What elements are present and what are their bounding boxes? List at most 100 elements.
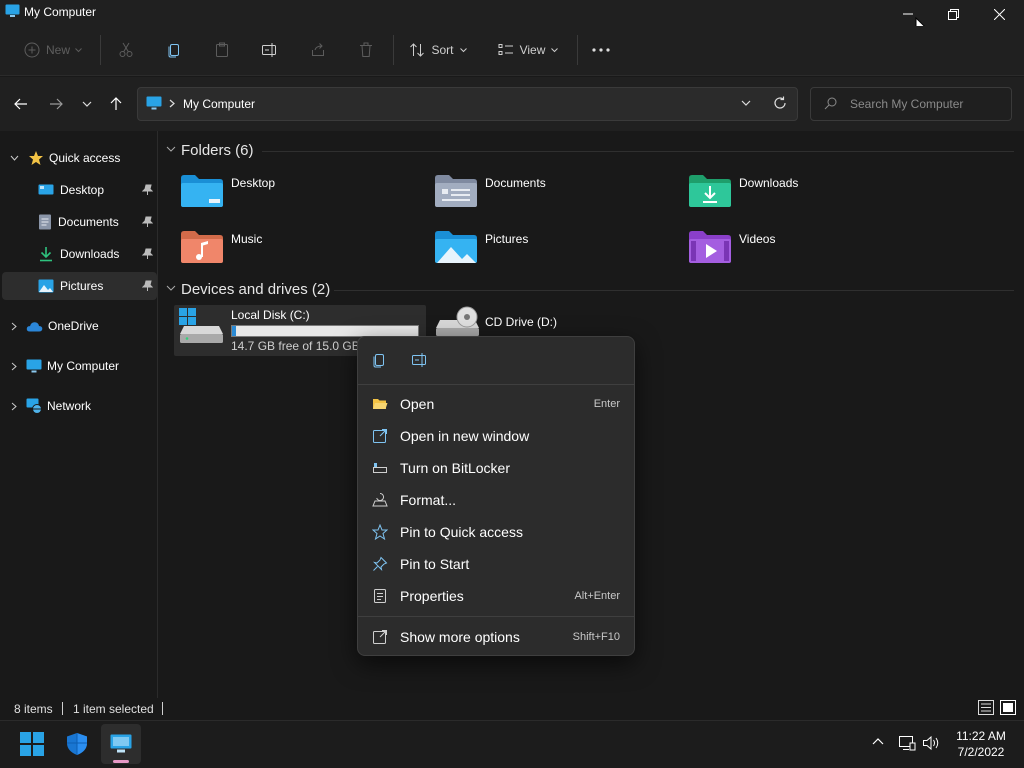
folders-section-toggle[interactable] [166,146,176,152]
folder-videos[interactable]: Videos [686,226,926,270]
folder-label: Documents [485,176,546,190]
chevron-down-icon [459,47,467,53]
pin-icon[interactable] [142,248,153,260]
folder-desktop[interactable]: Desktop [178,170,418,214]
folder-label: Music [231,232,263,246]
restore-button[interactable] [930,0,976,28]
menu-item-open-new-window[interactable]: Open in new window [366,421,628,451]
title-bar [0,0,1024,26]
refresh-icon [773,96,787,110]
menu-item-label: Pin to Start [400,556,470,572]
menu-item-open[interactable]: Open Enter [366,389,628,419]
back-button[interactable] [9,92,33,116]
menu-item-pin-quick-access[interactable]: Pin to Quick access [366,517,628,547]
windows-logo-icon [20,732,44,756]
start-button[interactable] [12,724,52,764]
arrow-right-icon [49,98,63,110]
windows-security-button[interactable] [57,724,97,764]
copy-icon [166,42,182,58]
sidebar-item-desktop[interactable]: Desktop [2,176,157,204]
chevron-down-icon [75,47,82,53]
pin-icon[interactable] [142,280,153,292]
documents-folder-icon [434,174,478,208]
menu-item-label: Turn on BitLocker [400,460,510,476]
refresh-button[interactable] [773,96,787,110]
paste-button[interactable] [210,37,234,63]
pictures-icon [38,279,54,293]
new-label: New [45,43,70,57]
details-view-button[interactable] [978,700,994,715]
chevron-down-icon [741,100,751,106]
sidebar-item-my-computer[interactable]: My Computer [2,352,157,380]
copy-button[interactable] [162,37,186,63]
plus-circle-icon [24,42,40,58]
menu-item-properties[interactable]: Properties Alt+Enter [366,581,628,611]
folder-pictures[interactable]: Pictures [432,226,672,270]
file-explorer-taskbar-button[interactable] [101,724,141,764]
menu-item-label: Open in new window [400,428,530,444]
folder-downloads[interactable]: Downloads [686,170,926,214]
active-app-indicator [113,760,129,763]
sidebar-item-network[interactable]: Network [2,392,157,420]
sidebar-item-pictures[interactable]: Pictures [2,272,157,300]
rename-button[interactable] [258,37,282,63]
section-divider [262,151,1014,152]
folder-music[interactable]: Music [178,226,418,270]
chevron-down-icon [166,146,176,152]
cut-button[interactable] [114,37,138,63]
menu-item-pin-start[interactable]: Pin to Start [366,549,628,579]
menu-item-show-more-options[interactable]: Show more options Shift+F10 [366,622,628,652]
menu-separator [358,616,634,617]
up-button[interactable] [104,92,128,116]
view-label: View [519,43,546,57]
sort-label: Sort [431,43,454,57]
close-button[interactable] [976,0,1022,28]
menu-item-bitlocker[interactable]: Turn on BitLocker [366,453,628,483]
network-status-button[interactable] [898,735,916,751]
folders-section-title: Folders (6) [181,142,254,159]
sidebar-item-onedrive[interactable]: OneDrive [2,312,157,340]
folder-label: Downloads [739,176,799,190]
folder-documents[interactable]: Documents [432,170,672,214]
recent-locations-button[interactable] [75,92,99,116]
sidebar-label: Desktop [60,183,105,197]
share-button[interactable] [306,37,330,63]
sort-button[interactable]: Sort [405,37,471,63]
delete-button[interactable] [354,37,378,63]
chevron-down-icon [551,47,559,53]
search-icon [824,97,837,110]
folder-open-icon [372,396,388,412]
more-options-button[interactable] [589,37,613,63]
sidebar-item-documents[interactable]: Documents [2,208,157,236]
clock-time[interactable]: 11:22 AM [952,729,1010,743]
forward-button[interactable] [44,92,68,116]
volume-button[interactable] [922,735,940,751]
menu-item-format[interactable]: Format... [366,485,628,515]
network-icon [26,398,42,414]
drives-section-toggle[interactable] [166,285,176,291]
star-icon [28,150,44,166]
tiles-view-button[interactable] [1000,700,1016,715]
bitlocker-key-icon [372,460,388,476]
pin-icon[interactable] [142,184,153,196]
copy-icon[interactable] [371,352,387,368]
chevron-down-icon [10,155,19,161]
rename-icon[interactable] [411,352,429,368]
show-hidden-icons-button[interactable] [872,738,884,745]
new-button[interactable]: New [18,37,88,63]
divider [393,35,394,65]
view-button[interactable]: View [493,37,563,63]
folder-label: Pictures [485,232,529,246]
sidebar-item-downloads[interactable]: Downloads [2,240,157,268]
windows-drive-icon [179,308,225,344]
menu-separator [358,384,634,385]
address-history-button[interactable] [741,100,751,106]
sidebar-item-quick-access[interactable]: Quick access [2,144,157,172]
clock-date[interactable]: 7/2/2022 [952,745,1010,759]
context-menu: Open Enter Open in new window Turn on Bi… [357,336,635,656]
breadcrumb-my-computer[interactable]: My Computer [183,97,255,111]
chevron-up-icon [872,738,884,745]
pin-icon[interactable] [142,216,153,228]
divider [577,35,578,65]
computer-icon [110,734,132,754]
